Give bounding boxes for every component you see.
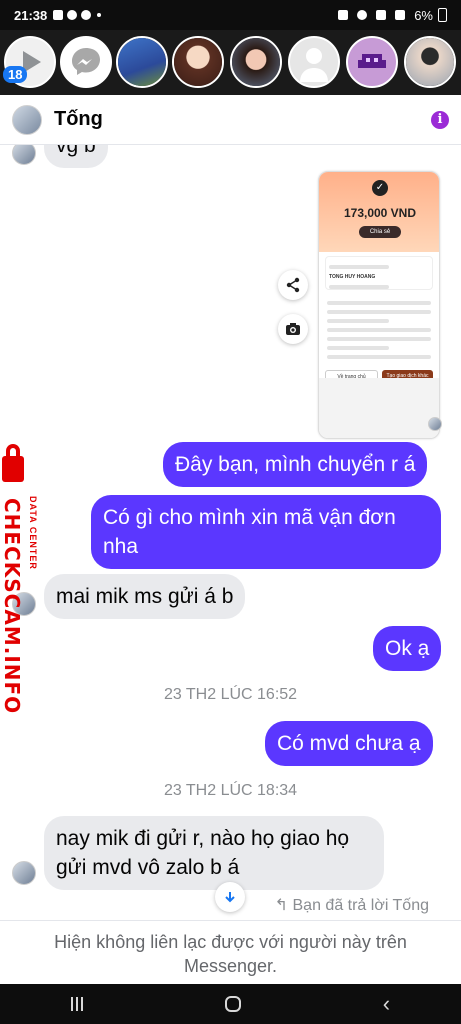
lock-icon	[2, 444, 24, 482]
alarm-icon	[338, 10, 349, 20]
chat-head-anime[interactable]	[172, 36, 224, 88]
message-list[interactable]: vg b ✓ 173,000 VND Chia sẻ TONG HUY HOAN…	[0, 145, 461, 920]
receipt-details	[319, 294, 439, 366]
reply-icon: ↰	[274, 897, 289, 914]
share-button[interactable]	[278, 270, 308, 300]
transfer-receipt-image[interactable]: ✓ 173,000 VND Chia sẻ TONG HUY HOANG Về …	[318, 171, 440, 439]
reply-note-text: Bạn đã trả lời Tống	[292, 897, 430, 914]
receipt-recipient-card: TONG HUY HOANG	[325, 256, 433, 290]
battery-icon	[438, 8, 447, 22]
message-incoming[interactable]: vg b	[44, 145, 108, 168]
chat-heads-strip: 18	[0, 30, 461, 95]
messenger-head[interactable]	[60, 36, 112, 88]
seen-avatar	[428, 417, 442, 431]
message-timestamp: 23 TH2 LÚC 18:34	[163, 782, 298, 799]
chat-head-game[interactable]	[346, 36, 398, 88]
messenger-notification-icon	[67, 10, 78, 20]
watermark-title: CHECKSCAM.INFO	[0, 498, 24, 715]
pixel-invader-icon	[358, 54, 386, 68]
battery-percent: 6%	[414, 7, 433, 23]
message-outgoing[interactable]: Có gì cho mình xin mã vận đơn nha	[91, 495, 441, 569]
recents-button[interactable]	[70, 997, 83, 1011]
message-timestamp: 23 TH2 LÚC 16:52	[163, 686, 298, 703]
watermark-subtitle: DATA CENTER	[28, 496, 38, 570]
message-incoming[interactable]: nay mik đi gửi r, nào họ giao họ gửi mvd…	[44, 816, 384, 890]
message-outgoing[interactable]: Ok ạ	[373, 626, 442, 671]
message-outgoing[interactable]: Đây bạn, mình chuyển r á	[163, 442, 428, 487]
chat-head-woman[interactable]	[230, 36, 282, 88]
receipt-amount: 173,000 VND	[343, 206, 417, 220]
clock: 21:38	[14, 7, 48, 23]
scroll-to-bottom-button[interactable]	[215, 882, 245, 912]
receipt-banner: ✓ 173,000 VND Chia sẻ	[319, 172, 439, 252]
camera-icon	[286, 323, 300, 335]
sender-avatar	[12, 145, 36, 165]
contact-avatar[interactable]	[12, 104, 42, 135]
back-button[interactable]: ‹	[383, 993, 390, 1015]
contact-name[interactable]: Tống	[54, 108, 103, 131]
wifi-icon	[376, 10, 387, 20]
reply-note: ↰ Bạn đã trả lời Tống	[275, 895, 429, 915]
chat-head-current[interactable]	[404, 36, 456, 88]
receipt-blank-area	[319, 378, 439, 438]
status-bar: 21:38 6%	[0, 0, 461, 30]
sender-avatar	[12, 861, 36, 885]
messenger-notification-icon-2	[81, 10, 92, 20]
message-incoming[interactable]: mai mik ms gửi á b	[44, 574, 246, 619]
receipt-recipient: TONG HUY HOANG	[329, 274, 376, 280]
mute-icon	[357, 10, 368, 20]
receipt-share-button: Chia sẻ	[359, 226, 401, 238]
info-icon[interactable]: i	[431, 110, 449, 129]
messenger-icon	[72, 48, 100, 75]
unread-badge: 18	[3, 66, 28, 83]
status-right: 6%	[338, 8, 447, 23]
home-button[interactable]	[224, 996, 241, 1012]
share-icon	[286, 277, 300, 293]
gallery-notification-icon	[53, 10, 64, 20]
chat-header: Tống i	[0, 95, 461, 145]
chat-head-default[interactable]	[288, 36, 340, 88]
more-notifications-icon	[97, 13, 102, 17]
signal-icon	[395, 10, 406, 20]
camera-button[interactable]	[278, 314, 308, 344]
message-outgoing[interactable]: Có mvd chưa ạ	[265, 721, 433, 766]
arrow-down-icon	[225, 891, 235, 903]
system-nav-bar: ‹	[0, 984, 461, 1024]
checkscam-watermark: DATA CENTER CHECKSCAM.INFO	[0, 440, 46, 714]
check-icon: ✓	[372, 180, 388, 196]
unavailable-notice: Hiện không liên lạc được với người này t…	[0, 920, 461, 984]
chat-head-group[interactable]	[116, 36, 168, 88]
default-avatar-icon	[300, 48, 328, 82]
